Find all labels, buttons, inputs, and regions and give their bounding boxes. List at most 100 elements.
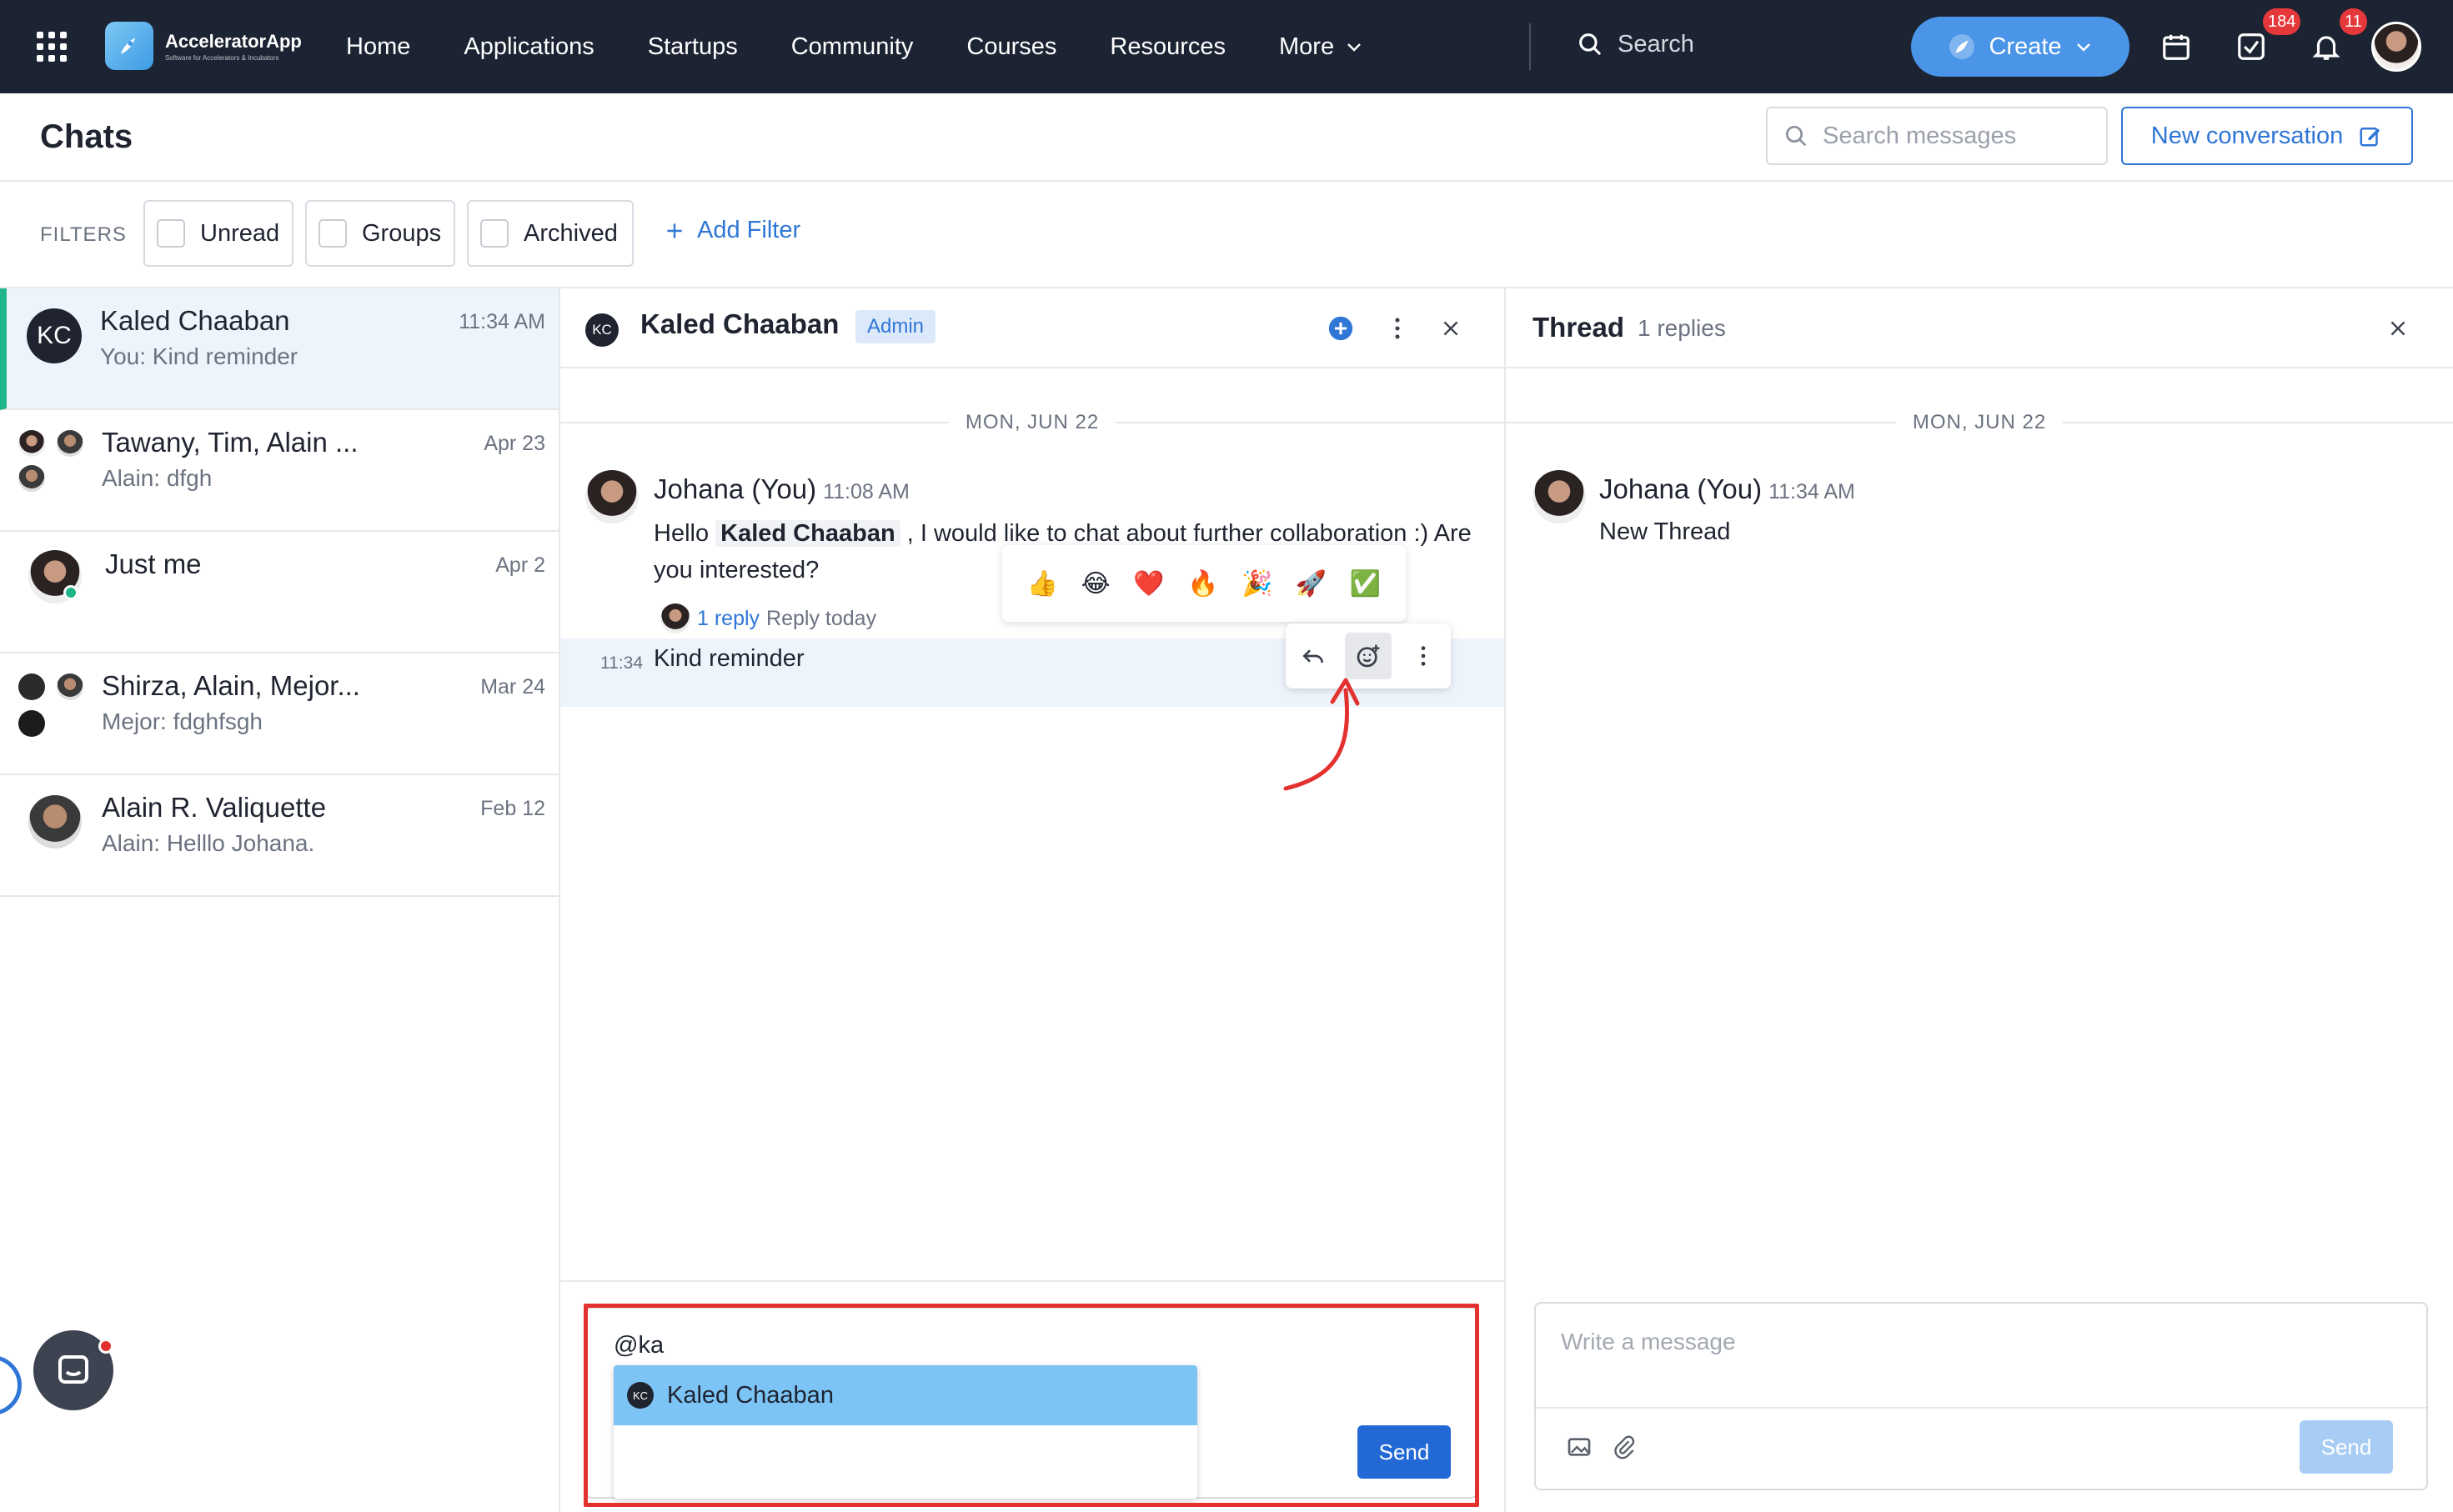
new-conversation-button[interactable]: New conversation [2121,107,2413,165]
reaction-laugh[interactable]: 😂 [1081,569,1111,598]
checkbox[interactable] [319,219,347,248]
add-filter-button[interactable]: Add Filter [664,217,800,244]
conversation-preview: You: Kind reminder [100,343,298,369]
create-button[interactable]: Create [1911,17,2129,77]
add-circle-icon[interactable] [1322,310,1359,347]
conversation-date: 11:34 AM [459,310,545,333]
message-time: 11:08 AM [823,480,910,503]
avatar: KC [27,308,82,363]
avatar [57,673,83,700]
reaction-fire[interactable]: 🔥 [1187,569,1218,598]
image-icon[interactable] [1566,1434,1593,1460]
search-messages-input[interactable] [1823,122,2089,150]
filters-bar: FILTERS Unread Groups Archived Add Filte… [0,182,2453,288]
rocket-logo-icon [105,22,153,70]
top-navigation: AcceleratorApp Software for Accelerators… [0,0,2453,93]
brand-name: AcceleratorApp [165,30,302,52]
followup-time: 11:34 [600,653,643,673]
new-conversation-label: New conversation [2150,122,2344,149]
bell-icon[interactable] [2308,28,2345,65]
reaction-party[interactable]: 🎉 [1242,569,1272,598]
conversation-item[interactable]: Just me Apr 2 [0,532,559,653]
nav-community[interactable]: Community [791,33,914,61]
conversation-name: Alain R. Valiquette [102,792,327,823]
filters-label: FILTERS [40,223,127,246]
add-reaction-icon[interactable] [1345,633,1392,679]
more-vertical-icon[interactable] [1400,633,1447,679]
avatar [18,430,45,457]
nav-applications[interactable]: Applications [464,33,594,61]
conversation-list: KC Kaled Chaaban You: Kind reminder 11:3… [0,288,560,1512]
reaction-heart[interactable]: ❤️ [1133,569,1164,598]
user-avatar[interactable] [2371,22,2421,72]
conversation-item[interactable]: KC Kaled Chaaban You: Kind reminder 11:3… [0,288,559,410]
mention-suggestion-name: Kaled Chaaban [667,1381,834,1409]
filter-unread[interactable]: Unread [143,200,293,267]
reaction-check[interactable]: ✅ [1350,569,1381,598]
thread-message-author-name: Johana (You) [1599,473,1763,504]
checkbox[interactable] [480,219,509,248]
message-text-start: Hello [654,520,710,547]
nav-courses[interactable]: Courses [966,33,1056,61]
conversation-date: Apr 23 [484,432,545,455]
close-icon[interactable] [1432,310,1469,347]
tasks-icon[interactable] [2233,28,2270,65]
apps-grid-icon[interactable] [37,32,67,62]
conversation-name: Kaled Chaaban [100,305,290,336]
nav-more[interactable]: More [1279,33,1364,61]
nav-divider [1529,23,1531,70]
nav-home[interactable]: Home [346,33,410,61]
nav-startups[interactable]: Startups [648,33,738,61]
nav-search-label: Search [1618,30,1694,58]
calendar-icon[interactable] [2158,28,2195,65]
conversation-item[interactable]: Tawany, Tim, Alain ... Alain: dfgh Apr 2… [0,410,559,532]
mention-suggestions: KC Kaled Chaaban [614,1365,1197,1499]
nav-resources[interactable]: Resources [1110,33,1226,61]
search-messages-field[interactable] [1766,107,2108,165]
chat-contact-name[interactable]: Kaled Chaaban [640,308,839,340]
avatar [660,603,690,633]
create-button-label: Create [1989,33,2062,60]
reaction-thumbs-up[interactable]: 👍 [1027,569,1058,598]
mention-suggestion-item[interactable]: KC Kaled Chaaban [614,1365,1197,1425]
page-header: Chats New conversation [0,93,2453,182]
brand-logo[interactable]: AcceleratorApp Software for Accelerators… [105,22,302,70]
reply-when: Reply today [766,606,877,630]
reply-icon[interactable] [1290,633,1337,679]
avatar [57,430,83,457]
checkbox[interactable] [157,219,185,248]
composer-input[interactable]: @ka [614,1332,664,1359]
annotation-arrow-icon [1283,678,1360,791]
filter-groups[interactable]: Groups [305,200,455,267]
attachment-icon[interactable] [1611,1434,1638,1460]
online-indicator [63,585,78,600]
reaction-rocket[interactable]: 🚀 [1296,569,1327,598]
reaction-picker: 👍 😂 ❤️ 🔥 🎉 🚀 ✅ [1002,545,1406,622]
conversation-item[interactable]: Alain R. Valiquette Alain: Helllo Johana… [0,775,559,897]
nav-more-label: More [1279,33,1335,60]
thread-message-time: 11:34 AM [1768,480,1855,503]
chevron-down-icon [2076,43,2090,52]
thread-message-input[interactable] [1561,1329,2311,1379]
followup-message: Kind reminder [654,645,805,672]
brand-tagline: Software for Accelerators & Incubators [165,53,279,62]
filter-archived[interactable]: Archived [467,200,634,267]
thread-panel: Thread 1 replies MON, JUN 22 Johana (You… [1506,288,2453,1512]
date-divider: MON, JUN 22 [1506,410,2453,435]
nav-search[interactable]: Search [1576,30,1694,58]
add-filter-label: Add Filter [697,217,801,243]
thread-send-button[interactable]: Send [2300,1420,2393,1474]
conversation-date: Apr 2 [495,553,545,577]
more-vertical-icon[interactable] [1379,310,1416,347]
reply-count[interactable]: 1 reply [697,607,760,631]
avatar [28,795,82,849]
close-icon[interactable] [2380,310,2416,347]
thread-replies-link[interactable]: 1 reply Reply today [660,603,876,633]
send-button[interactable]: Send [1357,1425,1451,1479]
message-author: Johana (You) 11:08 AM [654,473,910,505]
mention-chip[interactable]: Kaled Chaaban [715,520,900,547]
conversation-item[interactable]: Shirza, Alain, Mejor... Mejor: fdghfsgh … [0,653,559,775]
page-title: Chats [40,118,133,155]
avatar [585,470,639,523]
thread-title: Thread [1532,312,1625,343]
